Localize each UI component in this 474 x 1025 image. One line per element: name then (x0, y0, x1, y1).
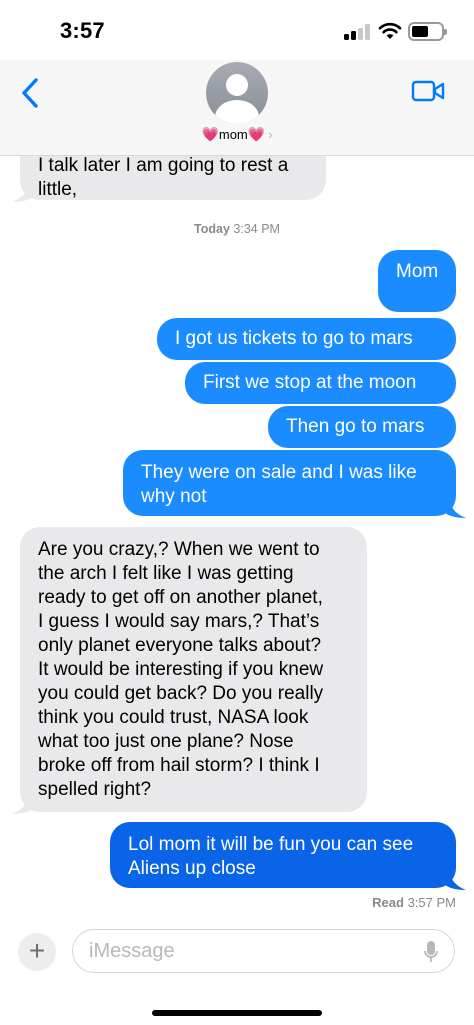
bubble-tail (444, 870, 466, 890)
clock: 3:57 (60, 18, 105, 43)
battery-icon (408, 22, 447, 41)
message-bubble-outgoing[interactable]: First we stop at the moon (185, 362, 456, 404)
timestamp: Today 3:34 PM (194, 222, 280, 236)
status-bar: 3:57 (0, 0, 474, 60)
message-bubble-incoming[interactable]: Are you crazy,? When we went to the arch… (20, 527, 367, 812)
contact-name: mom (218, 127, 248, 142)
imessage-input[interactable]: iMessage (72, 929, 455, 973)
contact-avatar[interactable] (206, 62, 268, 124)
conversation-header: 💗mom💗 › (0, 60, 474, 156)
contact-name-button[interactable]: 💗mom💗 › (0, 126, 474, 143)
bubble-tail (12, 794, 34, 814)
wifi-icon (378, 22, 402, 39)
chevron-right-icon: › (268, 127, 273, 142)
message-bubble-outgoing[interactable]: Mom (378, 250, 456, 312)
home-indicator (152, 1010, 322, 1016)
microphone-icon[interactable] (424, 940, 438, 964)
heart-emoji: 💗 (247, 126, 266, 142)
read-receipt: Read 3:57 PM (372, 895, 456, 910)
cellular-signal-icon (344, 24, 372, 40)
message-bubble-outgoing[interactable]: Lol mom it will be fun you can see Alien… (110, 822, 456, 888)
message-bubble-outgoing[interactable]: They were on sale and I was like why not (123, 450, 456, 516)
back-chevron-icon[interactable] (16, 76, 46, 110)
message-bubble-outgoing[interactable]: I got us tickets to go to mars (157, 318, 456, 360)
apps-plus-button[interactable]: + (18, 933, 56, 971)
video-camera-icon[interactable] (410, 78, 446, 106)
message-bubble-outgoing[interactable]: Then go to mars (268, 406, 456, 448)
bubble-tail (444, 498, 466, 518)
bubble-tail (12, 182, 34, 202)
heart-emoji: 💗 (201, 126, 219, 142)
input-placeholder: iMessage (89, 940, 175, 962)
